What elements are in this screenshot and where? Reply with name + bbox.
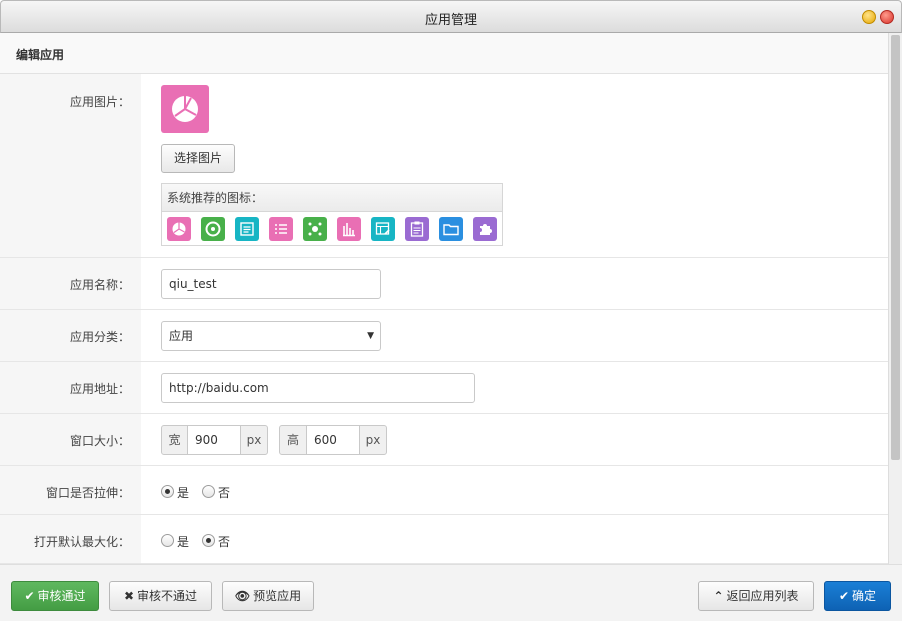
app-image-label: 应用图片：: [69, 95, 130, 109]
preview-button[interactable]: 👁 预览应用: [222, 581, 314, 611]
document-icon[interactable]: [235, 217, 259, 241]
default-maximize-label: 打开默认最大化：: [33, 535, 130, 549]
row-default-maximize: 打开默认最大化： 是 否: [0, 515, 888, 564]
eye-icon: 👁: [234, 589, 251, 603]
list-icon[interactable]: [269, 217, 293, 241]
row-app-name: 应用名称： qiu_test: [0, 258, 888, 310]
recommended-icons-panel: 系统推荐的图标：: [161, 183, 503, 246]
edit-form: 应用图片： 选择图片 系统推荐的图标： 应用名称： qiu_test 应用分类：…: [0, 74, 888, 564]
minimize-icon[interactable]: [862, 10, 876, 24]
scrollbar-thumb[interactable]: [891, 35, 900, 460]
app-url-label: 应用地址：: [69, 382, 130, 396]
window-resize-no-radio[interactable]: [202, 485, 215, 498]
default-maximize-no-radio[interactable]: [202, 534, 215, 547]
window-resize-yes-radio[interactable]: [161, 485, 174, 498]
width-addon: 宽: [161, 425, 188, 455]
row-app-image: 应用图片： 选择图片 系统推荐的图标：: [0, 74, 888, 258]
puzzle-icon[interactable]: [473, 217, 497, 241]
app-category-select[interactable]: 应用 ▼: [161, 321, 381, 351]
folder-icon[interactable]: [439, 217, 463, 241]
chevron-up-icon: ⌃: [713, 589, 724, 603]
app-name-input[interactable]: qiu_test: [161, 269, 381, 299]
footer-toolbar: ✔ 审核通过 ✖ 审核不通过 👁 预览应用 ⌃ 返回应用列表 ✔ 确定: [0, 564, 902, 621]
row-window-resize: 窗口是否拉伸： 是 否: [0, 466, 888, 515]
default-maximize-yes-radio[interactable]: [161, 534, 174, 547]
window-titlebar: 应用管理: [0, 0, 902, 33]
close-icon[interactable]: [880, 10, 894, 24]
app-name-label: 应用名称：: [69, 278, 130, 292]
window-resize-yes-label: 是: [177, 486, 190, 500]
check-icon: ✔: [838, 589, 850, 603]
window-size-label: 窗口大小：: [69, 434, 130, 448]
clipboard-icon[interactable]: [405, 217, 429, 241]
donut-icon[interactable]: [201, 217, 225, 241]
network-icon[interactable]: [303, 217, 327, 241]
row-window-size: 窗口大小： 宽 900 px 高 600 px: [0, 414, 888, 466]
page-title: 编辑应用: [16, 48, 65, 62]
reject-button[interactable]: ✖ 审核不通过: [109, 581, 212, 611]
panel-header: 编辑应用: [0, 33, 888, 74]
height-addon: 高: [279, 425, 307, 455]
chevron-down-icon: ▼: [367, 331, 374, 341]
row-app-category: 应用分类： 应用 ▼: [0, 310, 888, 362]
table-edit-icon[interactable]: [371, 217, 395, 241]
confirm-button[interactable]: ✔ 确定: [824, 581, 891, 611]
default-maximize-no-label: 否: [218, 535, 231, 549]
current-app-icon: [161, 85, 209, 133]
content-scrollbar[interactable]: [888, 33, 902, 564]
app-category-value: 应用: [169, 329, 194, 343]
check-icon: ✔: [24, 589, 35, 603]
window-title: 应用管理: [424, 13, 477, 28]
app-category-label: 应用分类：: [69, 330, 130, 344]
times-icon: ✖: [123, 589, 135, 603]
choose-image-button[interactable]: 选择图片: [161, 144, 235, 173]
default-maximize-yes-label: 是: [177, 535, 190, 549]
recommended-icons-title: 系统推荐的图标：: [162, 184, 502, 212]
pie-chart-icon[interactable]: [167, 217, 191, 241]
window-resize-label: 窗口是否拉伸：: [45, 486, 130, 500]
width-input[interactable]: 900: [187, 425, 241, 455]
height-unit: px: [359, 425, 387, 455]
height-input[interactable]: 600: [306, 425, 360, 455]
pie-chart-icon: [172, 96, 198, 122]
row-app-url: 应用地址： http://baidu.com: [0, 362, 888, 414]
approve-button[interactable]: ✔ 审核通过: [11, 581, 99, 611]
bar-chart-icon[interactable]: [337, 217, 361, 241]
app-url-input[interactable]: http://baidu.com: [161, 373, 475, 403]
width-unit: px: [240, 425, 268, 455]
window-resize-no-label: 否: [218, 486, 231, 500]
back-to-list-button[interactable]: ⌃ 返回应用列表: [698, 581, 814, 611]
